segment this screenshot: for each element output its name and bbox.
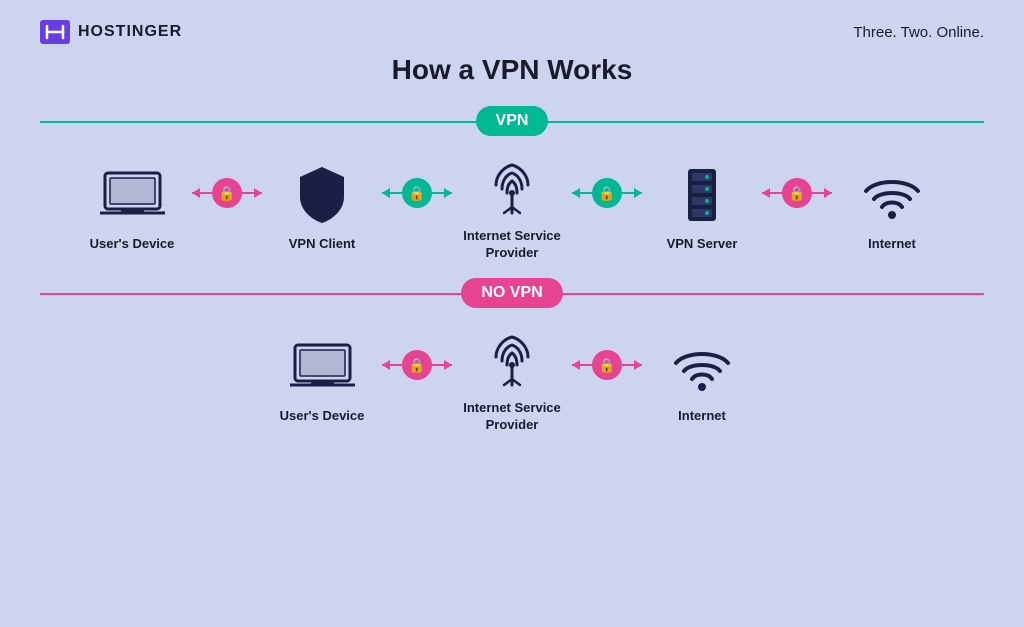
novpn-tower-icon [486,324,538,394]
svg-text:🔒: 🔒 [788,185,805,202]
laptop-icon [100,160,165,230]
svg-text:🔒: 🔒 [598,357,615,374]
server-icon [678,160,726,230]
vpn-badge: VPN [476,106,549,136]
svg-text:🔒: 🔒 [598,185,615,202]
vpn-connector-2: 🔒 [382,176,452,210]
tower-icon [486,152,538,222]
novpn-diagram-row: User's Device 🔒 [40,324,984,434]
novpn-connector-1: 🔒 [382,348,452,382]
vpn-item-server: VPN Server [642,160,762,253]
vpn-item-isp: Internet ServiceProvider [452,152,572,262]
novpn-wifi-icon [672,332,732,402]
vpn-internet-label: Internet [868,236,916,253]
logo: HOSTINGER [40,20,182,44]
header: HOSTINGER Three. Two. Online. [40,20,984,44]
vpn-divider: VPN [40,106,984,136]
svg-text:🔒: 🔒 [408,185,425,202]
vpn-item-device: User's Device [72,160,192,253]
wifi-icon [862,160,922,230]
vpn-server-label: VPN Server [667,236,738,253]
novpn-section: NO VPN User's Device [40,278,984,434]
novpn-isp-label: Internet ServiceProvider [463,400,561,434]
vpn-client-label: VPN Client [289,236,355,253]
novpn-laptop-icon [290,332,355,402]
vpn-item-client: VPN Client [262,160,382,253]
vpn-isp-label: Internet ServiceProvider [463,228,561,262]
novpn-badge: NO VPN [461,278,562,308]
vpn-item-internet: Internet [832,160,952,253]
novpn-item-device: User's Device [262,332,382,425]
vpn-connector-4: 🔒 [762,176,832,210]
shield-icon [296,160,348,230]
vpn-connector-1: 🔒 [192,176,262,210]
vpn-device-label: User's Device [90,236,175,253]
hostinger-logo-icon [40,20,70,44]
vpn-connector-3: 🔒 [572,176,642,210]
novpn-device-label: User's Device [280,408,365,425]
page-wrapper: HOSTINGER Three. Two. Online. How a VPN … [0,0,1024,627]
page-title: How a VPN Works [40,54,984,86]
svg-text:🔒: 🔒 [408,357,425,374]
novpn-connector-2: 🔒 [572,348,642,382]
novpn-divider: NO VPN [40,278,984,308]
vpn-diagram-row: User's Device 🔒 VPN Cl [40,152,984,262]
svg-text:🔒: 🔒 [218,185,235,202]
vpn-section: VPN User's Device [40,106,984,262]
novpn-item-isp: Internet ServiceProvider [452,324,572,434]
tagline: Three. Two. Online. [853,24,984,41]
logo-text: HOSTINGER [78,23,182,41]
novpn-item-internet: Internet [642,332,762,425]
novpn-internet-label: Internet [678,408,726,425]
